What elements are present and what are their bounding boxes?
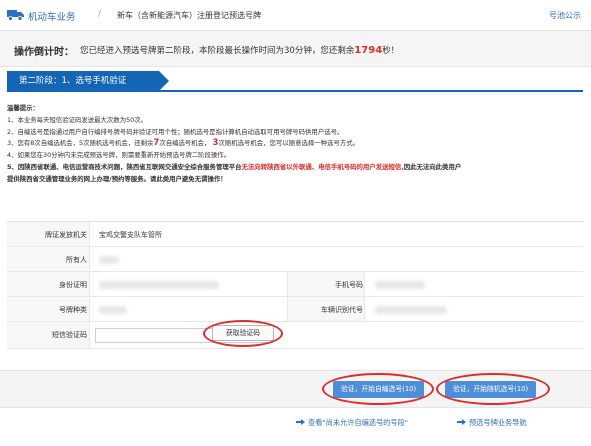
id-label: 身份证明 xyxy=(59,281,87,289)
footer-link-1-label: 查看"尚未允许自编选号的号段" xyxy=(308,418,409,427)
form-row-sms: 短信验证码 获取验证码 xyxy=(7,320,583,349)
footer-link-navigation[interactable]: 预选号牌业务导航 xyxy=(457,418,527,428)
plate-type-value-redacted xyxy=(99,306,127,314)
tip-line-1: 1、本业务每天短信验证码发送最大次数为50次。 xyxy=(7,115,148,124)
footer-link-unallowed-segments[interactable]: 查看"尚未允许自编选号的号段" xyxy=(296,418,408,428)
footer-link-2-label: 预选号牌业务导航 xyxy=(469,418,527,427)
plate-type-label: 号牌种类 xyxy=(59,306,87,314)
form-row-owner: 所有人 xyxy=(7,247,583,272)
issuer-value: 宝鸡交警支队车管所 xyxy=(99,231,162,239)
action-bar: 验证，开始自编选号(10) 验证，开始随机选号(10) xyxy=(0,370,591,408)
tip-line-5: 5、因陕西省联通、电信运营商技术问题，陕西省互联网交通安全综合服务管理平台无法向… xyxy=(7,162,587,174)
breadcrumb-current: 新车（含新能源汽车）注册登记预选号牌 xyxy=(117,11,261,20)
tip-line-5-b: 因此无法向此类用户 xyxy=(403,162,462,171)
tip-line-2: 2、自编选号是指通过用户自行编排号牌号码并验证可用个性；随机选号是指计算机自动选… xyxy=(7,127,344,136)
tips-title: 温馨提示： xyxy=(7,104,39,112)
phone-label: 手机号码 xyxy=(335,281,363,289)
start-custom-select-button[interactable]: 验证，开始自编选号(10) xyxy=(333,381,425,398)
hand-pointer-icon xyxy=(457,419,466,425)
issuer-label: 牌证发放机关 xyxy=(45,231,87,239)
plate-pool-notice-link[interactable]: 号池公示 xyxy=(549,10,581,21)
tip-line-6: 提供陕西省交通管理业务的网上办理/预约等服务。请此类用户避免无谓操作！ xyxy=(7,174,227,183)
tip-line-5-a: 5、因陕西省联通、电信运营商技术问题，陕西省互联网交通安全综合服务管理平台 xyxy=(7,162,242,171)
countdown-banner: 操作倒计时： 您已经进入预选号牌第二阶段，本阶段最长操作时间为30分钟，您还剩余… xyxy=(0,31,591,67)
owner-value-redacted xyxy=(99,256,119,264)
owner-label: 所有人 xyxy=(66,256,87,264)
tip-line-3-c: 次随机选号机会，您可以随意选择一种选号方式。 xyxy=(218,139,360,148)
tip-line-5-red: 无法向转陕西省以外联通、电信手机号码的用户发送短信, xyxy=(241,162,404,171)
sms-label: 短信验证码 xyxy=(52,331,87,339)
form-row-issuer: 牌证发放机关 宝鸡交警支队车管所 xyxy=(7,222,583,247)
tips-panel: 温馨提示： 1、本业务每天短信验证码发送最大次数为50次。 2、自编选号是指通过… xyxy=(7,103,587,186)
truck-icon xyxy=(7,10,24,21)
countdown-message-post: 秒！ xyxy=(382,46,400,56)
stage-title: 第二阶段：1、选号手机验证 xyxy=(7,71,169,92)
tip-line-3: 3、您有8次自编选机会，5次随机选号机会，还剩余7次自编选号机会， 3次随机选号… xyxy=(7,138,587,150)
stage-header: 第二阶段：1、选号手机验证 xyxy=(7,71,583,92)
get-sms-code-button[interactable]: 获取验证码 xyxy=(212,325,274,341)
form-row-id-phone: 身份证明 手机号码 xyxy=(7,272,583,297)
breadcrumb-separator: / xyxy=(98,9,102,19)
tip-line-3-b: 次自编选号机会， xyxy=(159,139,211,148)
phone-value-redacted xyxy=(375,281,425,289)
countdown-message-pre: 您已经进入预选号牌第二阶段，本阶段最长操作时间为30分钟，您还剩余 xyxy=(80,46,355,56)
start-random-select-button[interactable]: 验证，开始随机选号(10) xyxy=(445,381,537,398)
vin-value-redacted xyxy=(375,306,447,314)
top-breadcrumb-bar: 机动车业务 / 新车（含新能源汽车）注册登记预选号牌 号池公示 xyxy=(0,0,591,31)
tip-line-3-a: 3、您有8次自编选机会，5次随机选号机会，还剩余 xyxy=(7,139,154,148)
hand-pointer-icon xyxy=(296,419,305,425)
countdown-label: 操作倒计时： xyxy=(14,47,74,58)
vehicle-info-form: 牌证发放机关 宝鸡交警支队车管所 所有人 身份证明 手机号码 号牌种类 车辆识别… xyxy=(7,221,583,349)
id-value-redacted xyxy=(99,281,219,289)
countdown-seconds: 1794 xyxy=(354,45,383,56)
tip-line-4: 4、如果您在30分钟内未完成预选号牌，则需要重新开始预选号牌二阶段操作。 xyxy=(7,151,231,160)
countdown-message: 您已经进入预选号牌第二阶段，本阶段最长操作时间为30分钟，您还剩余1794秒！ xyxy=(80,44,399,56)
breadcrumb-root[interactable]: 机动车业务 xyxy=(28,9,76,23)
vin-label: 车辆识别代号 xyxy=(321,306,363,314)
form-row-plate-vin: 号牌种类 车辆识别代号 xyxy=(7,297,583,322)
